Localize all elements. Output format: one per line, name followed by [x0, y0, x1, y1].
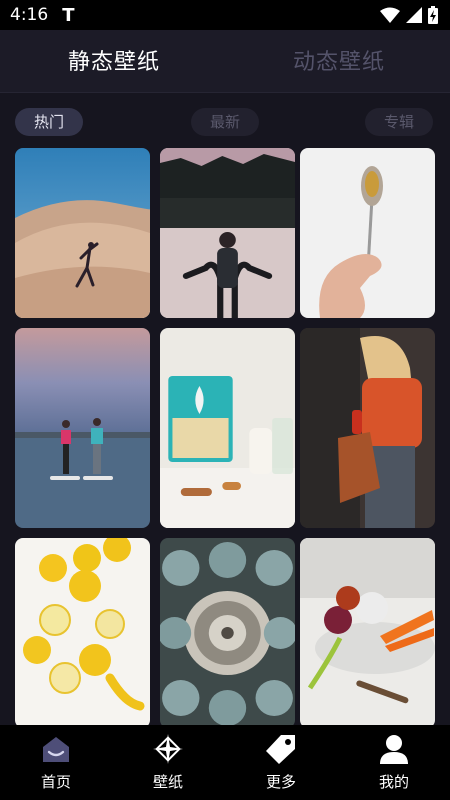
- wallpaper-image: [15, 538, 150, 728]
- wallpaper-image: [300, 538, 435, 728]
- status-bar: 4:16 T: [0, 0, 450, 30]
- wallpaper-image: [160, 148, 295, 318]
- category-latest[interactable]: 最新: [191, 108, 259, 136]
- status-time: 4:16: [10, 5, 49, 25]
- nav-more-label: 更多: [265, 773, 296, 791]
- home-icon: [43, 737, 69, 762]
- wallpaper-card-paddle[interactable]: [15, 328, 150, 528]
- wallpaper-image: [15, 148, 150, 318]
- battery-icon: [428, 6, 438, 24]
- bottom-navigation: 首页 壁纸 更多 我的: [0, 725, 450, 800]
- wallpaper-card-spoon[interactable]: [300, 148, 435, 318]
- nav-home-label: 首页: [40, 773, 71, 791]
- wallpaper-card-dunes[interactable]: [15, 148, 150, 318]
- wifi-icon: [380, 7, 400, 23]
- signal-icon: [406, 7, 422, 23]
- nav-wallpaper[interactable]: 壁纸: [128, 725, 208, 800]
- nav-mine-label: 我的: [378, 773, 409, 791]
- wallpaper-card-masks[interactable]: [160, 538, 295, 728]
- wallpaper-card-lake[interactable]: [160, 148, 295, 318]
- nav-home[interactable]: 首页: [16, 725, 96, 800]
- wallpaper-image: [300, 148, 435, 318]
- category-hot[interactable]: 热门: [15, 108, 83, 136]
- wallpaper-card-woman-bag[interactable]: [300, 328, 435, 528]
- wallpaper-type-tabs: 静态壁纸 动态壁纸: [0, 30, 450, 93]
- category-album[interactable]: 专辑: [365, 108, 433, 136]
- wallpaper-card-vegetables[interactable]: [300, 538, 435, 728]
- wallpaper-image: [300, 328, 435, 528]
- wallpaper-icon: [153, 734, 183, 764]
- nav-mine[interactable]: 我的: [354, 725, 434, 800]
- category-filter: 热门 最新 专辑: [0, 108, 450, 138]
- carrier-icon: T: [62, 4, 75, 26]
- tab-live-wallpaper[interactable]: 动态壁纸: [293, 44, 385, 76]
- wallpaper-image: [15, 328, 150, 528]
- tag-icon: [266, 735, 295, 764]
- status-icons: [380, 6, 438, 24]
- wallpaper-card-food[interactable]: [160, 328, 295, 528]
- wallpaper-image: [160, 538, 295, 728]
- nav-more[interactable]: 更多: [241, 725, 321, 800]
- user-icon: [380, 735, 408, 764]
- wallpaper-card-lemons[interactable]: [15, 538, 150, 728]
- tab-static-wallpaper[interactable]: 静态壁纸: [68, 44, 160, 76]
- nav-wallpaper-label: 壁纸: [152, 773, 183, 791]
- wallpaper-image: [160, 328, 295, 528]
